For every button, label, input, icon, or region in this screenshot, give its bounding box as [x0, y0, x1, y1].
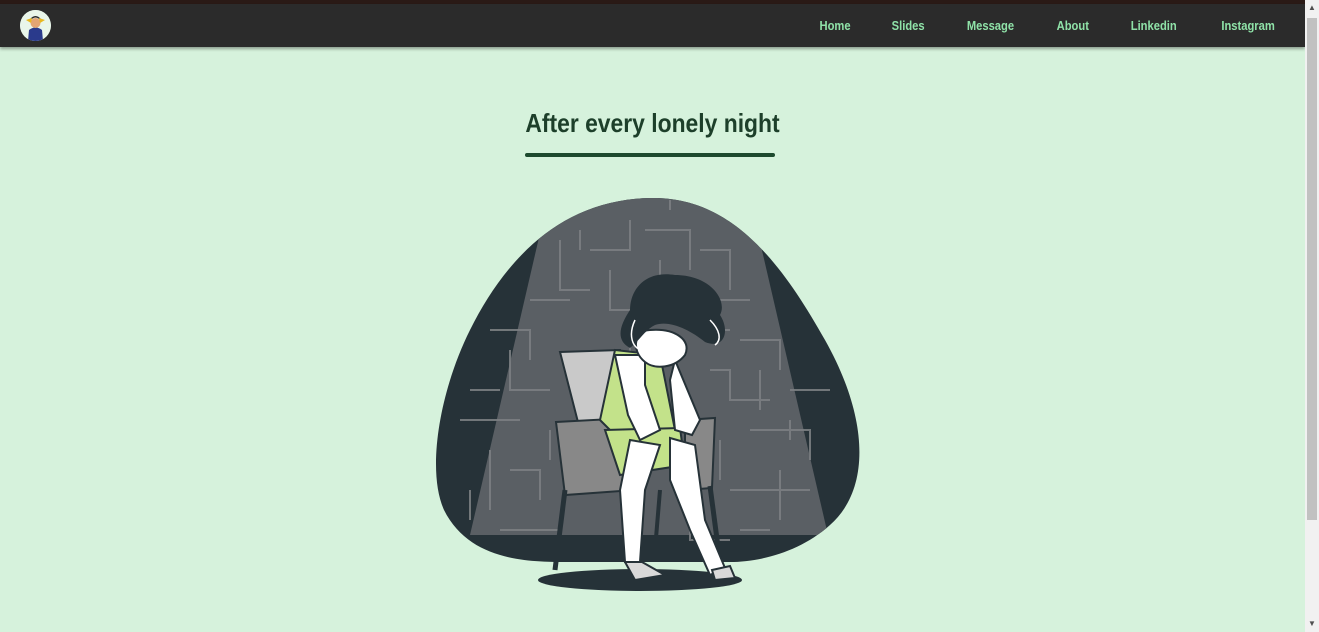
scrollbar[interactable]: ▲ ▼ — [1305, 0, 1319, 632]
scroll-up-arrow-icon[interactable]: ▲ — [1305, 0, 1319, 16]
nav-link-slides[interactable]: Slides — [891, 18, 924, 33]
nav-link-linkedin[interactable]: Linkedin — [1131, 18, 1177, 33]
logo-icon[interactable] — [20, 10, 51, 41]
scroll-thumb[interactable] — [1307, 18, 1317, 520]
title-underline — [525, 153, 775, 157]
scroll-down-arrow-icon[interactable]: ▼ — [1305, 616, 1319, 632]
nav-link-about[interactable]: About — [1056, 18, 1088, 33]
sad-woman-illustration — [430, 190, 870, 600]
page-title: After every lonely night — [525, 108, 780, 138]
nav-links: Home Slides Message About Linkedin Insta… — [781, 4, 1279, 47]
nav-link-message[interactable]: Message — [967, 18, 1014, 33]
nav-link-instagram[interactable]: Instagram — [1221, 18, 1274, 33]
navbar: Home Slides Message About Linkedin Insta… — [0, 4, 1305, 47]
nav-link-home[interactable]: Home — [819, 18, 850, 33]
